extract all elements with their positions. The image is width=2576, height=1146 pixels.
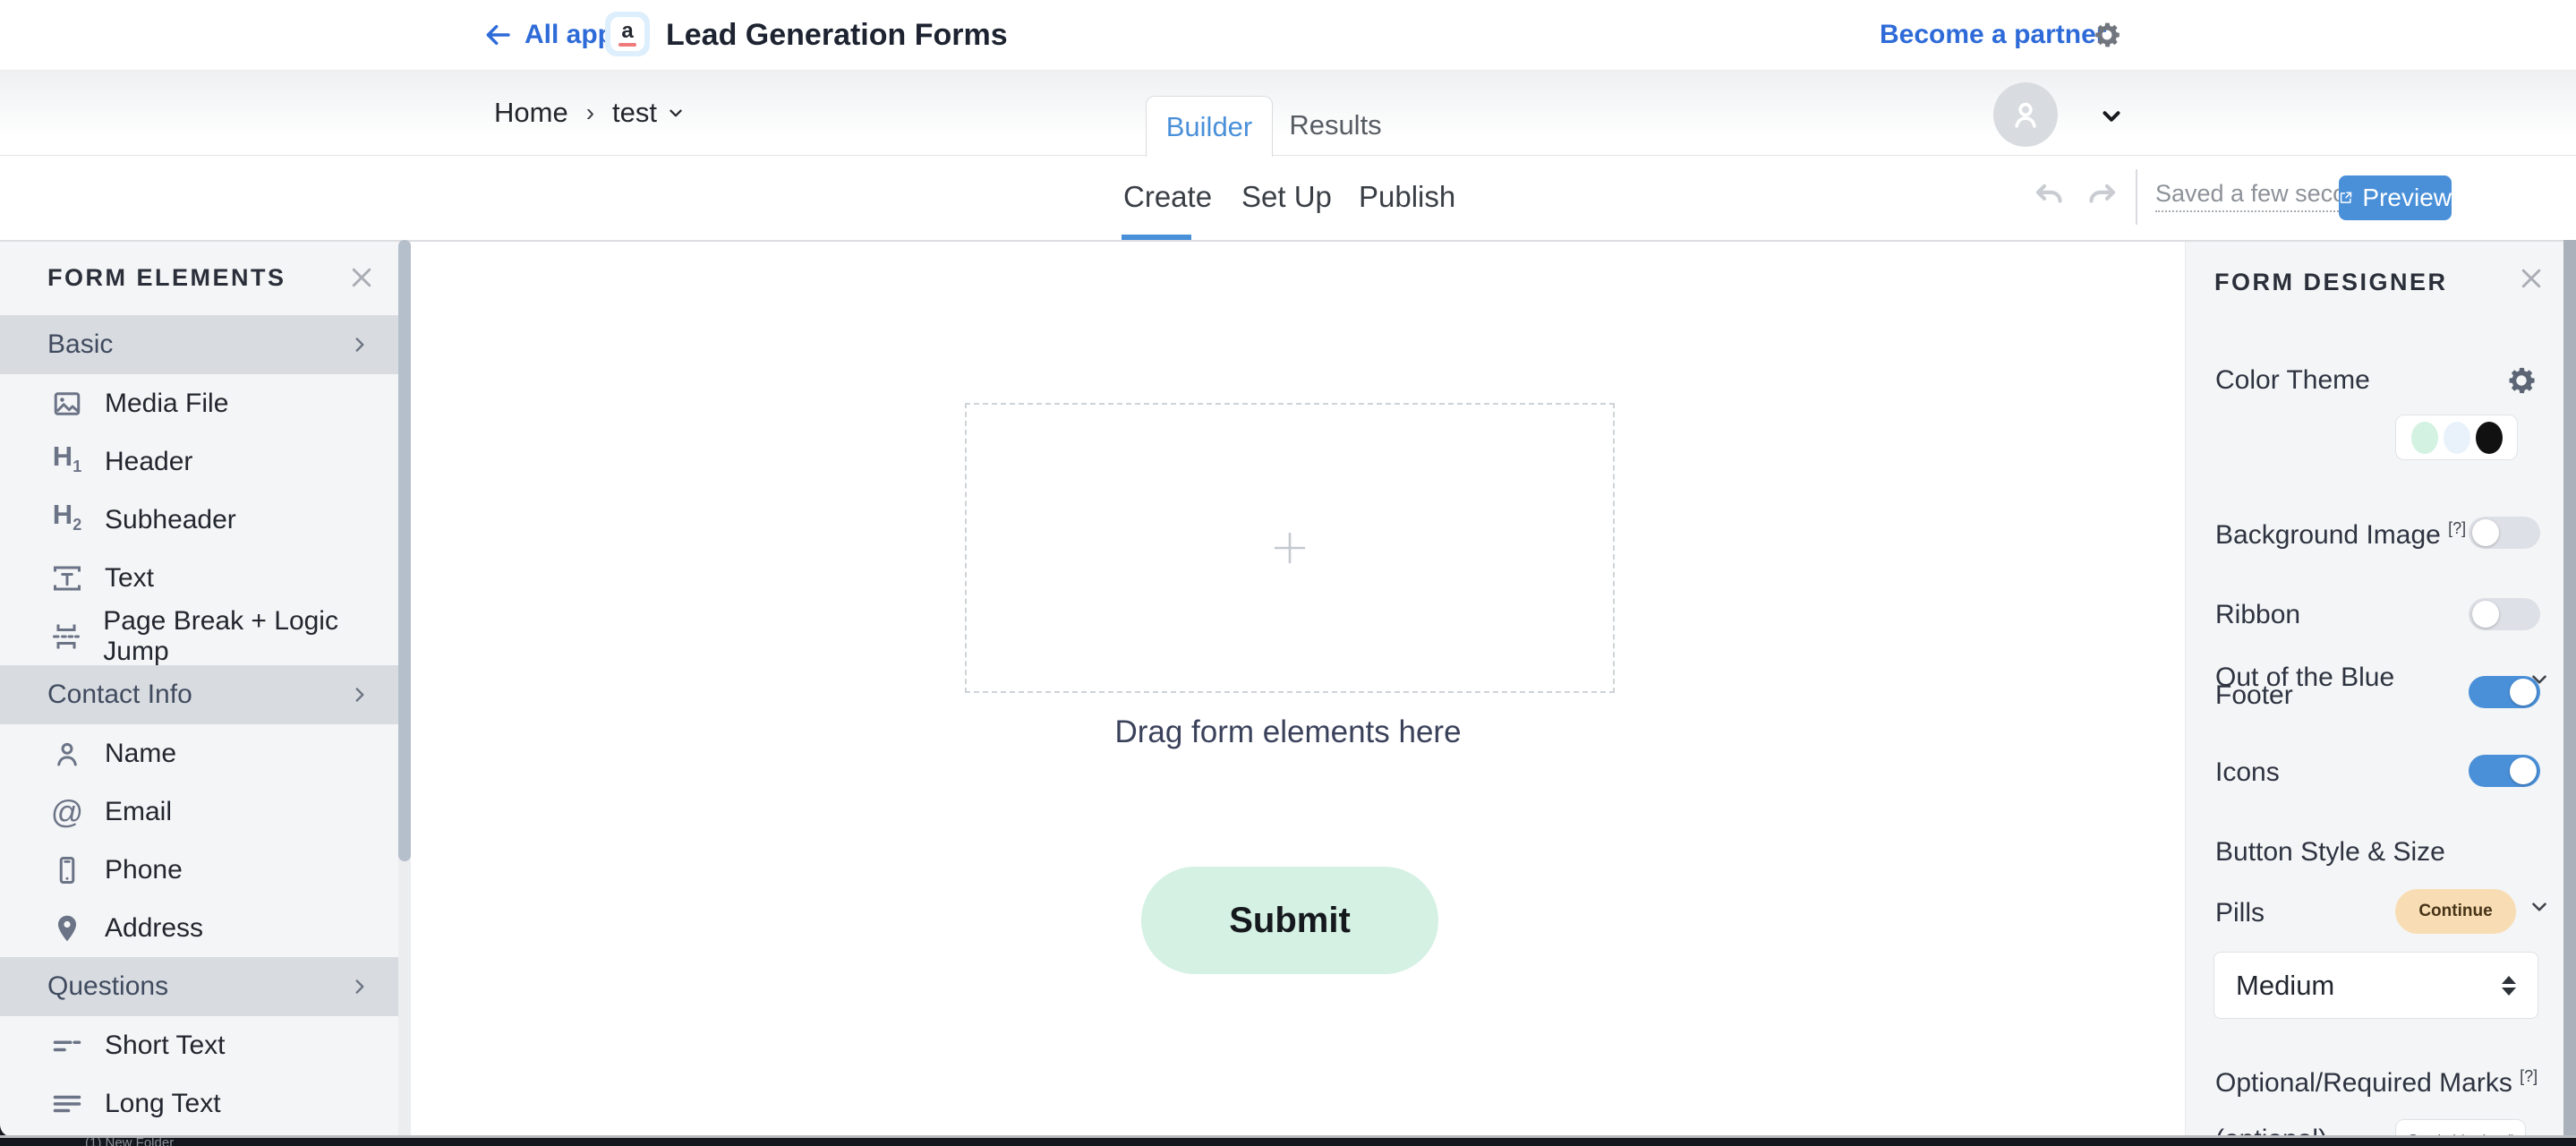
account-menu-chevron-icon[interactable] [2098, 103, 2125, 130]
close-icon[interactable] [348, 264, 375, 291]
breadcrumb-project[interactable]: test [612, 97, 686, 129]
project-nav-bar: Home › test Builder Results [0, 71, 2576, 156]
long-text-icon [49, 1088, 85, 1120]
element-media-file[interactable]: Media File [0, 374, 398, 432]
footer-label: Footer [2215, 680, 2293, 711]
user-icon [2006, 95, 2045, 134]
element-name[interactable]: Name [0, 724, 398, 783]
tab-publish[interactable]: Publish [1359, 156, 1455, 238]
form-elements-title: FORM ELEMENTS [0, 240, 398, 315]
subheader-h2-icon: H2 [49, 500, 85, 539]
element-text[interactable]: Text [0, 549, 398, 607]
ribbon-label: Ribbon [2215, 600, 2300, 630]
theme-settings-gear-icon[interactable] [2504, 363, 2538, 398]
pills-label: Pills [2215, 898, 2265, 928]
form-canvas: Drag form elements here Submit [411, 240, 2185, 1137]
app-logo-icon: a [605, 12, 650, 56]
theme-swatches[interactable] [2395, 415, 2518, 460]
help-mark: [?] [2448, 519, 2466, 537]
element-address[interactable]: Address [0, 899, 398, 957]
sidebar-scrollbar-thumb[interactable] [398, 240, 411, 861]
label-preview[interactable]: @ Label (optional) [2395, 1119, 2526, 1137]
map-pin-icon [49, 912, 85, 945]
swatch-black [2476, 422, 2503, 454]
dropzone[interactable] [965, 403, 1615, 693]
background-window-edge: (1) New Folder [0, 1135, 2576, 1146]
phone-icon [49, 854, 85, 886]
page-scrollbar-thumb[interactable] [2563, 240, 2576, 1137]
media-file-icon [49, 388, 85, 420]
submit-button[interactable]: Submit [1141, 867, 1438, 974]
settings-gear-icon[interactable] [2091, 19, 2123, 51]
swatch-light-blue [2444, 422, 2470, 454]
page-title: Lead Generation Forms [666, 0, 1008, 70]
background-window-text: (1) New Folder [85, 1135, 174, 1146]
background-image-label: Background Image [?] [2215, 519, 2466, 551]
element-phone[interactable]: Phone [0, 841, 398, 899]
short-text-icon [49, 1030, 85, 1062]
dropzone-hint: Drag form elements here [965, 714, 1611, 750]
form-elements-panel: FORM ELEMENTS Basic Media File H1 Header… [0, 240, 398, 1137]
tab-results[interactable]: Results [1273, 96, 1398, 155]
avatar[interactable] [1993, 82, 2058, 147]
chevron-right-icon [348, 975, 371, 998]
pill-button-preview[interactable]: Continue [2395, 889, 2516, 934]
top-app-bar: All apps a Lead Generation Forms Become … [0, 0, 2576, 71]
chevron-right-icon [348, 333, 371, 356]
ribbon-toggle[interactable] [2469, 598, 2540, 630]
text-icon [49, 562, 85, 594]
help-mark: [?] [2520, 1067, 2538, 1085]
breadcrumb: Home › test [494, 71, 686, 155]
preview-button[interactable]: Preview [2339, 175, 2452, 220]
element-subheader[interactable]: H2 Subheader [0, 491, 398, 549]
page-break-icon [49, 620, 83, 653]
tab-create[interactable]: Create [1123, 156, 1212, 238]
toolbar-divider [2136, 169, 2137, 225]
marks-label: Optional/Required Marks [?] [2215, 1067, 2538, 1099]
group-basic[interactable]: Basic [0, 315, 398, 374]
element-short-text[interactable]: Short Text [0, 1016, 398, 1074]
background-image-toggle[interactable] [2469, 517, 2540, 549]
color-theme-label: Color Theme [2215, 365, 2370, 396]
form-designer-title: FORM DESIGNER [2214, 269, 2448, 296]
breadcrumb-separator: › [586, 98, 594, 127]
element-long-text[interactable]: Long Text [0, 1074, 398, 1133]
builder-toolbar: Create Set Up Publish Saved a few second… [0, 156, 2576, 242]
group-questions[interactable]: Questions [0, 957, 398, 1016]
active-tab-underline [1122, 235, 1191, 240]
undo-icon[interactable] [2032, 179, 2069, 217]
back-arrow-icon [483, 21, 512, 49]
icons-label: Icons [2215, 757, 2280, 788]
tab-builder[interactable]: Builder [1146, 96, 1273, 157]
footer-toggle[interactable] [2469, 676, 2540, 708]
button-style-label: Button Style & Size [2215, 837, 2445, 868]
swatch-mint [2411, 422, 2438, 454]
button-size-select[interactable]: Medium [2213, 952, 2538, 1019]
close-icon[interactable] [2518, 265, 2545, 292]
element-page-break[interactable]: Page Break + Logic Jump [0, 607, 398, 665]
at-sign-icon: @ [49, 796, 85, 828]
group-contact-info[interactable]: Contact Info [0, 665, 398, 724]
breadcrumb-home[interactable]: Home [494, 97, 568, 129]
person-icon [49, 738, 85, 770]
form-designer-panel: FORM DESIGNER Color Theme Out of the Blu… [2185, 240, 2564, 1137]
chevron-down-icon [666, 103, 686, 123]
header-h1-icon: H1 [49, 442, 85, 481]
tab-set-up[interactable]: Set Up [1241, 156, 1332, 238]
icons-toggle[interactable] [2469, 755, 2540, 787]
pills-chevron-down-icon[interactable] [2528, 895, 2551, 919]
redo-icon[interactable] [2082, 179, 2120, 217]
element-email[interactable]: @ Email [0, 783, 398, 841]
plus-icon [1268, 526, 1311, 569]
chevron-right-icon [348, 683, 371, 706]
element-header[interactable]: H1 Header [0, 432, 398, 491]
select-arrows-icon [2502, 976, 2516, 996]
external-link-icon [2339, 186, 2352, 210]
become-a-partner-link[interactable]: Become a partner [1880, 0, 2106, 70]
